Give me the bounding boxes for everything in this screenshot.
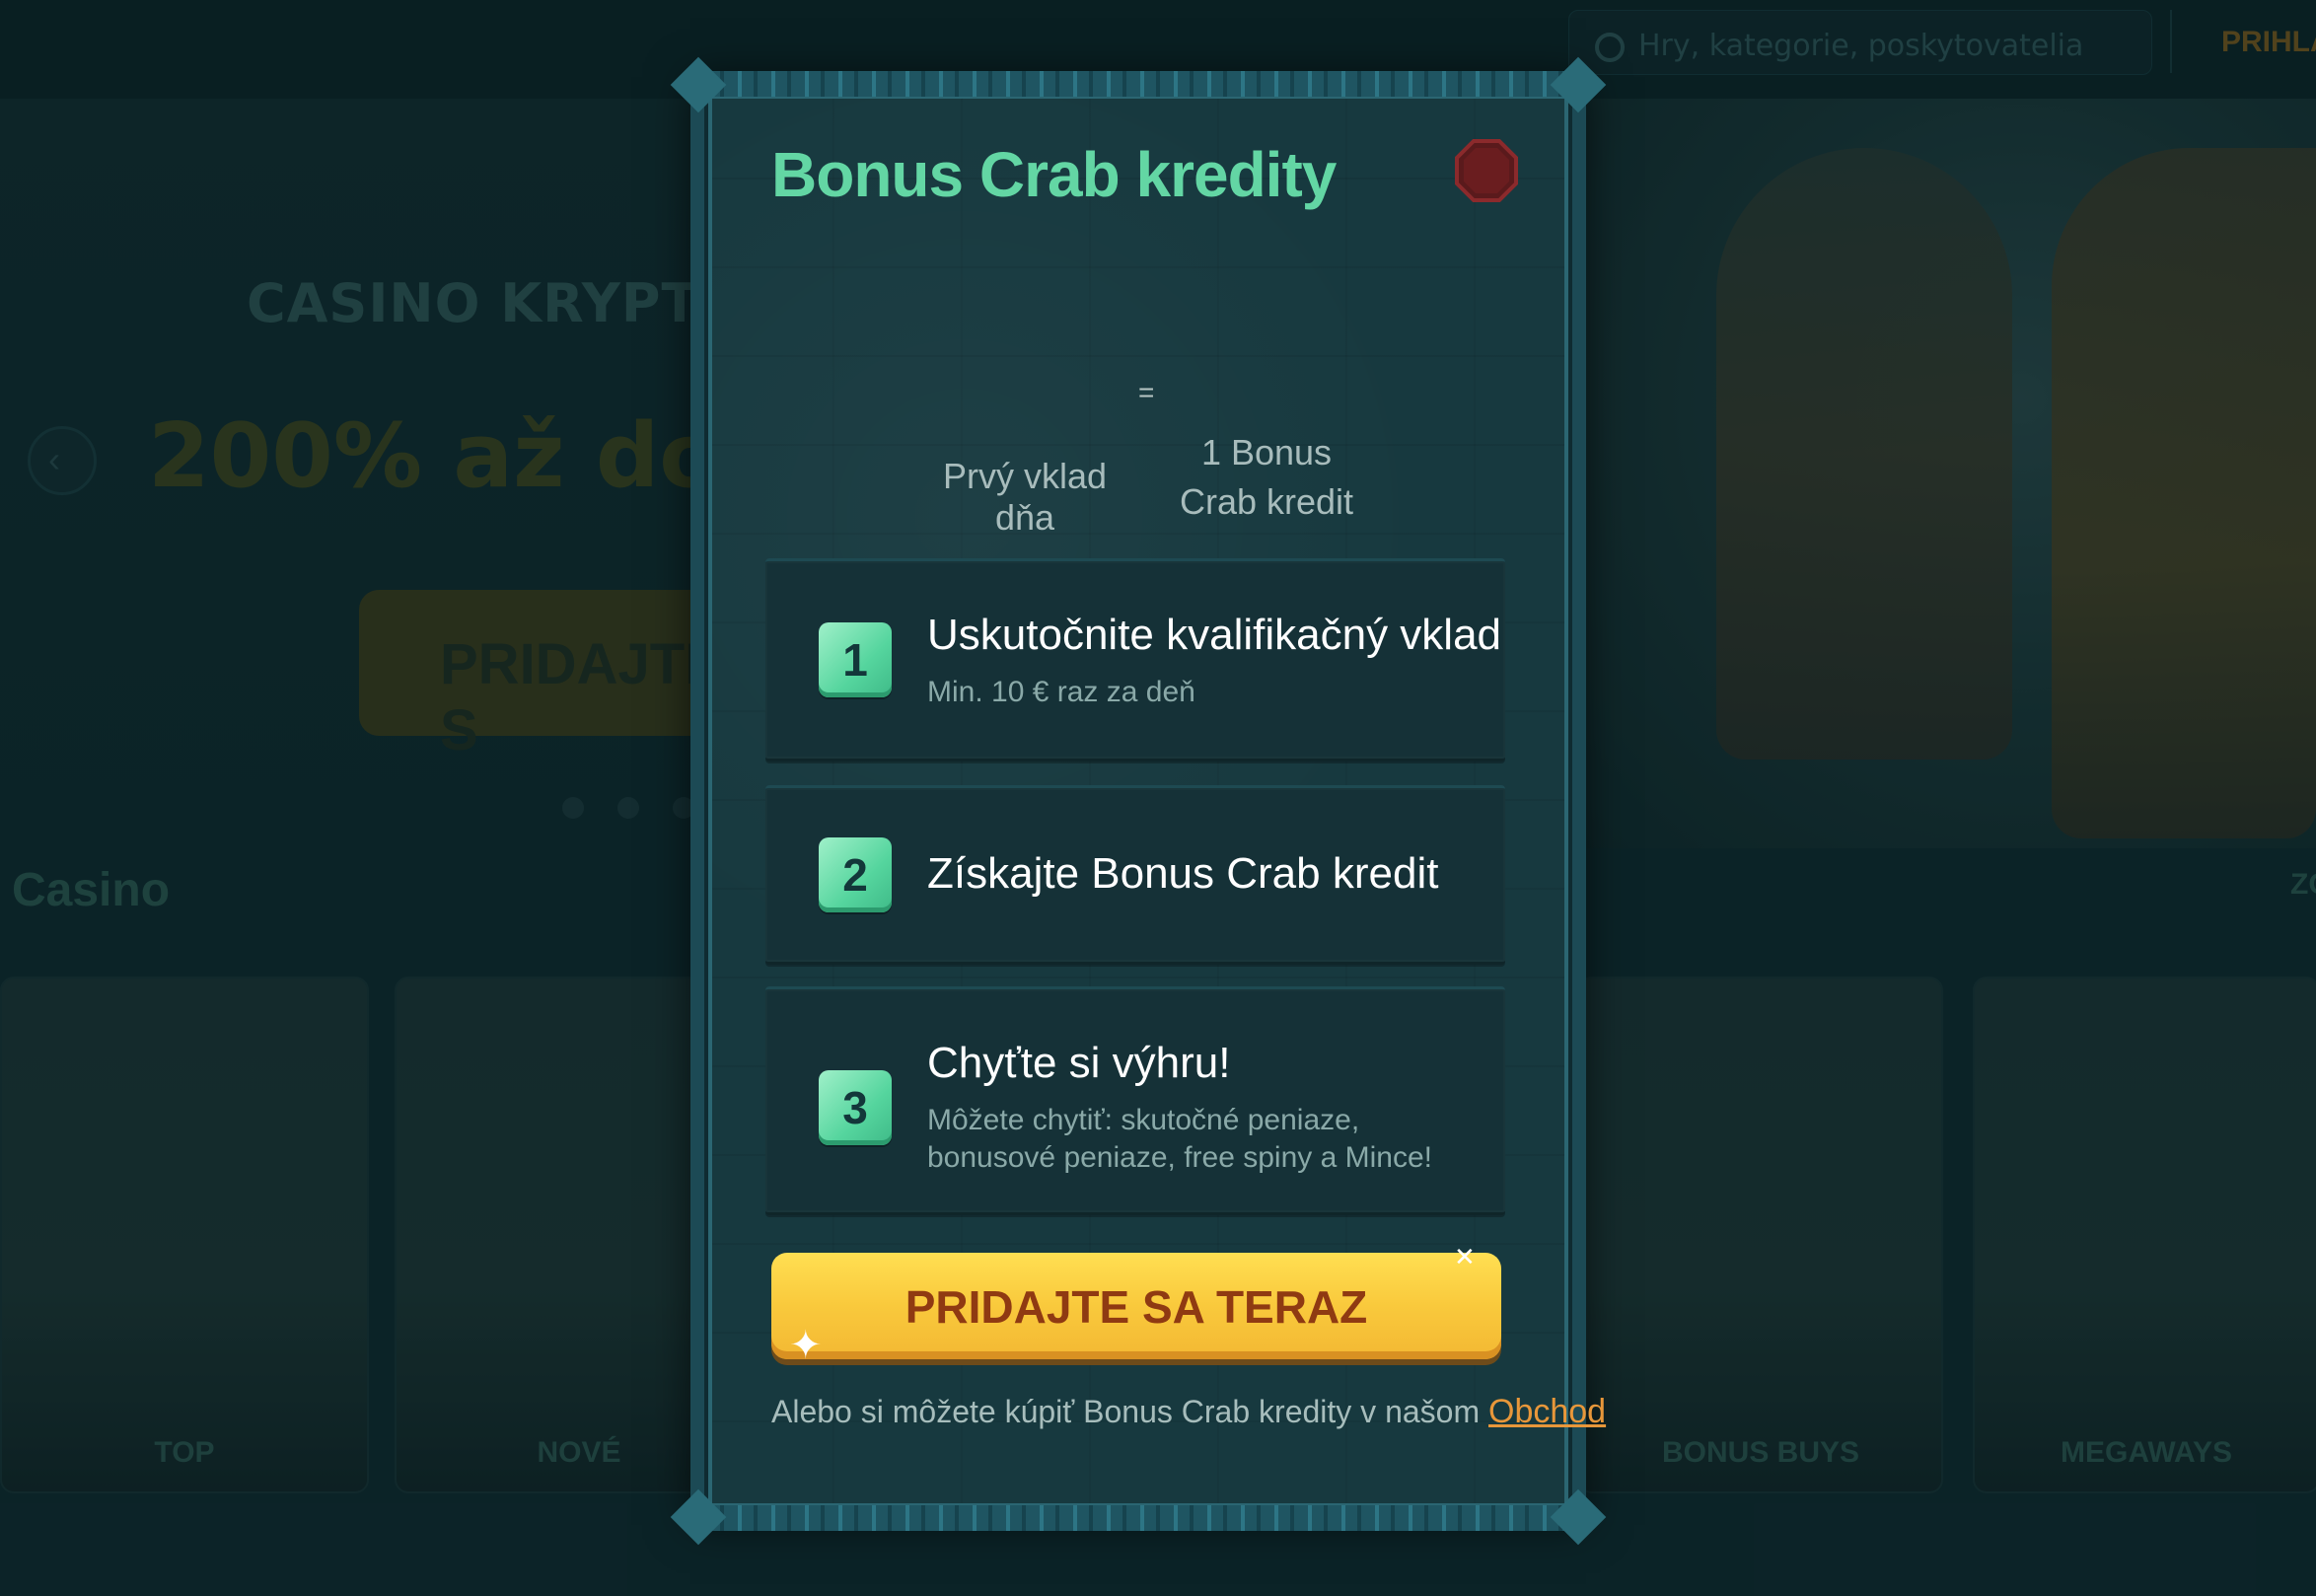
step-card-2: 2 Získajte Bonus Crab kredit: [765, 785, 1505, 965]
sparkle-icon: ✦: [789, 1324, 823, 1367]
shop-hint-text: Alebo si môžete kúpiť Bonus Crab kredity…: [771, 1394, 1481, 1429]
ornament-frame-top: [690, 71, 1586, 97]
join-now-button[interactable]: PRIDAJTE SA TERAZ ✦ ✕: [771, 1242, 1501, 1365]
step-number-badge: 2: [819, 837, 892, 912]
step-number-badge: 1: [819, 622, 892, 697]
sparkle-icon: ✕: [1454, 1242, 1476, 1271]
step-title: Získajte Bonus Crab kredit: [927, 849, 1439, 898]
ornament-frame-bottom: [690, 1505, 1586, 1531]
deposit-label: Prvý vklad dňa: [942, 456, 1108, 538]
credit-label: 1 Bonus Crab kredit: [1179, 432, 1354, 522]
close-button[interactable]: [1454, 138, 1519, 203]
step-title: Chyťte si výhru!: [927, 1039, 1231, 1087]
step-number-badge: 3: [819, 1070, 892, 1145]
bonus-crab-modal: Bonus Crab kredity = Prvý vklad dňa 1 Bo…: [670, 56, 1607, 1546]
step-subtitle: Min. 10 € raz za deň: [927, 676, 1195, 708]
shop-link[interactable]: Obchod: [1488, 1393, 1606, 1430]
step-card-1: 1 Uskutočnite kvalifikačný vklad Min. 10…: [765, 558, 1505, 762]
modal-title: Bonus Crab kredity: [771, 139, 1337, 210]
shop-hint: Alebo si môžete kúpiť Bonus Crab kredity…: [771, 1393, 1606, 1431]
step-subtitle: Môžete chytiť: skutočné peniaze, bonusov…: [927, 1104, 1432, 1174]
join-now-label: PRIDAJTE SA TERAZ: [905, 1281, 1368, 1333]
close-octagon-icon: [1455, 139, 1518, 202]
equals-sign: =: [1138, 377, 1155, 407]
step-card-3: 3 Chyťte si výhru! Môžete chytiť: skutoč…: [765, 986, 1505, 1215]
step-title: Uskutočnite kvalifikačný vklad: [927, 611, 1502, 659]
